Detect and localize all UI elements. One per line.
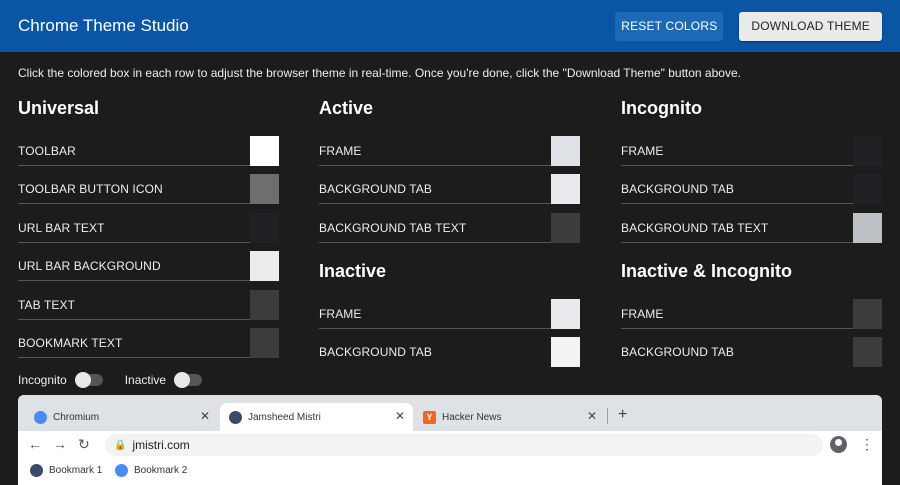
color-swatch[interactable] <box>853 337 882 367</box>
row-label: TOOLBAR <box>18 144 76 158</box>
incognito-toggle-label: Incognito <box>18 373 67 387</box>
preview-tab-jamsheed-mistri[interactable]: Jamsheed Mistri ✕ <box>220 403 413 431</box>
download-theme-button[interactable]: DOWNLOAD THEME <box>739 11 882 41</box>
row-url-bar-text: URL BAR TEXT <box>18 213 279 243</box>
forward-arrow-icon[interactable]: → <box>53 436 67 452</box>
incognito-toggle[interactable] <box>74 372 103 388</box>
row-inactive-incognito-frame: FRAME <box>621 299 882 329</box>
browser-preview: Chromium ✕ Jamsheed Mistri ✕ Y Hacker Ne… <box>18 395 882 485</box>
row-inactive-background-tab: BACKGROUND TAB <box>319 337 580 367</box>
row-label: FRAME <box>621 144 664 158</box>
hacker-news-icon: Y <box>423 410 436 424</box>
color-swatch[interactable] <box>551 213 580 243</box>
avatar-icon <box>229 410 242 424</box>
section-title-inactive-incognito: Inactive & Incognito <box>621 261 793 281</box>
avatar-icon <box>30 464 43 477</box>
tab-title: Jamsheed Mistri <box>248 411 321 423</box>
color-swatch[interactable] <box>853 299 882 329</box>
toggle-knob <box>174 372 191 388</box>
profile-icon[interactable] <box>830 436 847 453</box>
chromium-icon <box>115 464 128 477</box>
bookmark-label: Bookmark 1 <box>49 465 103 476</box>
color-swatch[interactable] <box>250 251 279 281</box>
row-label: BACKGROUND TAB <box>319 182 432 196</box>
color-swatch[interactable] <box>250 328 279 358</box>
row-active-frame: FRAME <box>319 136 580 166</box>
section-title-inactive: Inactive <box>319 261 387 281</box>
preview-tab-chromium[interactable]: Chromium ✕ <box>18 403 218 431</box>
color-swatch[interactable] <box>250 136 279 166</box>
section-title-active: Active <box>319 98 374 118</box>
row-label: BACKGROUND TAB <box>621 182 734 196</box>
row-incognito-background-tab-text: BACKGROUND TAB TEXT <box>621 213 882 243</box>
row-label: URL BAR TEXT <box>18 221 105 235</box>
color-swatch[interactable] <box>250 174 279 204</box>
row-label: BOOKMARK TEXT <box>18 336 123 350</box>
preview-toggles: Incognito Inactive <box>18 370 224 390</box>
reset-colors-button[interactable]: RESET COLORS <box>615 11 724 41</box>
row-incognito-frame: FRAME <box>621 136 882 166</box>
chromium-icon <box>34 410 47 424</box>
color-swatch[interactable] <box>853 174 882 204</box>
bookmarks-bar: Bookmark 1 Bookmark 2 <box>18 459 882 485</box>
back-arrow-icon[interactable]: ← <box>28 436 42 452</box>
color-swatch[interactable] <box>551 337 580 367</box>
inactive-toggle-label: Inactive <box>124 373 167 387</box>
row-inactive-incognito-background-tab: BACKGROUND TAB <box>621 337 882 367</box>
preview-tabstrip: Chromium ✕ Jamsheed Mistri ✕ Y Hacker Ne… <box>18 395 882 431</box>
color-swatch[interactable] <box>551 299 580 329</box>
url-bar[interactable]: 🔒 jmistri.com <box>105 434 823 456</box>
tab-separator <box>607 408 608 424</box>
row-label: FRAME <box>621 307 664 321</box>
intro-text: Click the colored box in each row to adj… <box>18 66 741 80</box>
preview-tab-hacker-news[interactable]: Y Hacker News ✕ <box>415 403 605 431</box>
preview-toolbar: ← → ↻ 🔒 jmistri.com ⋮ <box>18 431 882 459</box>
row-label: TAB TEXT <box>18 298 76 312</box>
more-menu-icon[interactable]: ⋮ <box>860 436 874 453</box>
section-title-universal: Universal <box>18 98 100 118</box>
toggle-knob <box>74 372 91 388</box>
row-label: BACKGROUND TAB <box>621 345 734 359</box>
bookmark-item[interactable]: Bookmark 1 <box>30 464 102 477</box>
inactive-toggle[interactable] <box>174 372 203 388</box>
color-swatch[interactable] <box>853 136 882 166</box>
section-title-incognito: Incognito <box>621 98 702 118</box>
row-label: FRAME <box>319 307 362 321</box>
row-tab-text: TAB TEXT <box>18 290 279 320</box>
row-label: BACKGROUND TAB TEXT <box>621 221 769 235</box>
color-swatch[interactable] <box>551 174 580 204</box>
tab-title: Chromium <box>53 411 100 423</box>
color-swatch[interactable] <box>551 136 580 166</box>
close-icon[interactable]: ✕ <box>587 409 597 423</box>
app-title: Chrome Theme Studio <box>18 16 189 35</box>
app-header: Chrome Theme Studio RESET COLORS DOWNLOA… <box>0 0 900 52</box>
color-swatch[interactable] <box>853 213 882 243</box>
tab-title: Hacker News <box>442 411 502 423</box>
row-active-background-tab-text: BACKGROUND TAB TEXT <box>319 213 580 243</box>
color-swatch[interactable] <box>250 290 279 320</box>
url-text: jmistri.com <box>132 438 190 452</box>
row-label: FRAME <box>319 144 362 158</box>
row-label: TOOLBAR BUTTON ICON <box>18 182 163 196</box>
row-label: BACKGROUND TAB <box>319 345 432 359</box>
new-tab-icon[interactable]: + <box>618 406 627 424</box>
color-swatch[interactable] <box>250 213 279 243</box>
row-toolbar: TOOLBAR <box>18 136 279 166</box>
row-url-bar-background: URL BAR BACKGROUND <box>18 251 279 281</box>
lock-icon: 🔒 <box>114 439 127 451</box>
row-label: BACKGROUND TAB TEXT <box>319 221 467 235</box>
row-active-background-tab: BACKGROUND TAB <box>319 174 580 204</box>
row-incognito-background-tab: BACKGROUND TAB <box>621 174 882 204</box>
row-label: URL BAR BACKGROUND <box>18 259 161 273</box>
reload-icon[interactable]: ↻ <box>78 436 90 453</box>
close-icon[interactable]: ✕ <box>200 409 210 423</box>
row-bookmark-text: BOOKMARK TEXT <box>18 328 279 358</box>
row-toolbar-button-icon: TOOLBAR BUTTON ICON <box>18 174 279 204</box>
bookmark-label: Bookmark 2 <box>134 465 188 476</box>
close-icon[interactable]: ✕ <box>395 409 405 423</box>
row-inactive-frame: FRAME <box>319 299 580 329</box>
bookmark-item[interactable]: Bookmark 2 <box>115 464 187 477</box>
